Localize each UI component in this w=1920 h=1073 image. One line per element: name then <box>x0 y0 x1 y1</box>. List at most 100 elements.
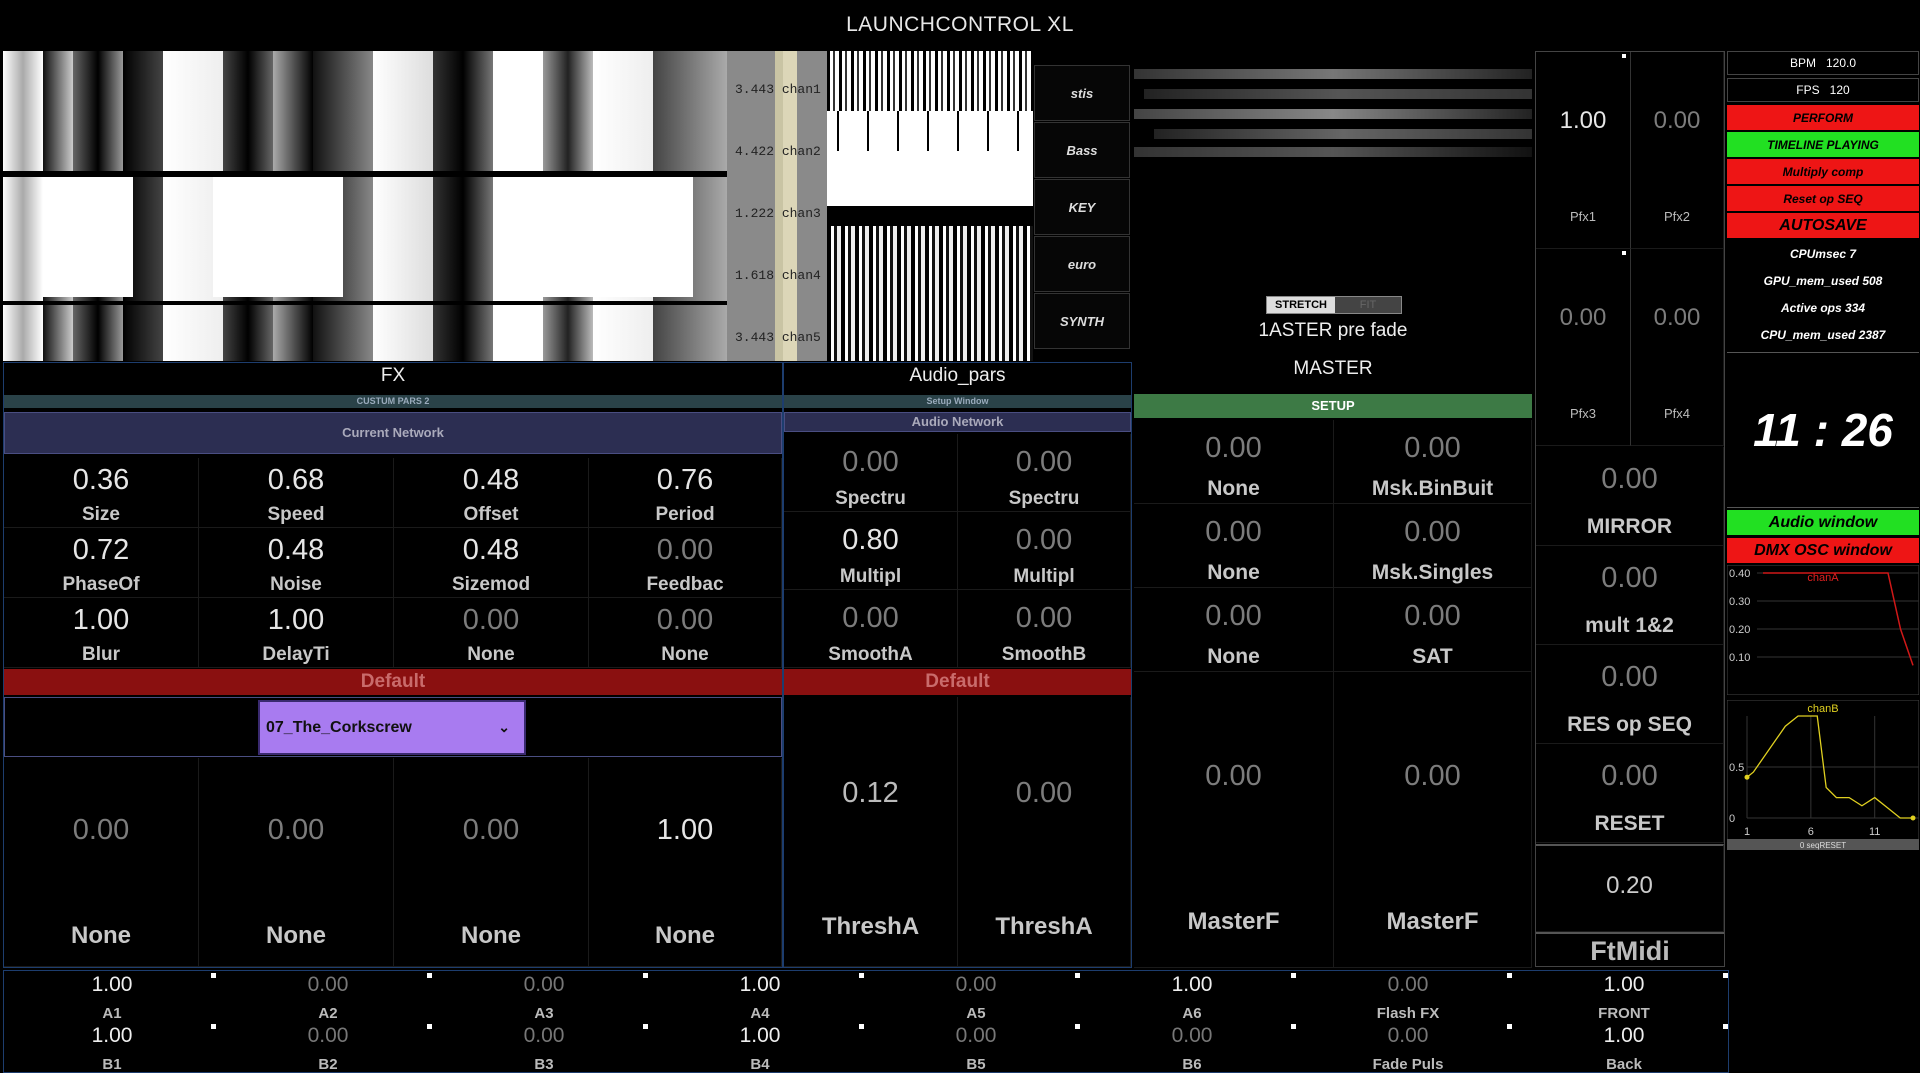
master-param[interactable]: 0.00 Msk.BinBuit <box>1334 420 1532 504</box>
launch-control-a[interactable]: 0.00 Flash FX <box>1300 971 1516 1023</box>
audio-fader[interactable]: 0.12 ThreshA <box>784 697 958 967</box>
master-param[interactable]: 0.00 None <box>1134 504 1334 588</box>
reset-op-seq-button[interactable]: Reset op SEQ <box>1727 186 1919 211</box>
setup-button[interactable]: SETUP <box>1134 394 1532 418</box>
ftmidi-control[interactable]: 0.20 <box>1536 844 1724 932</box>
pfx-control[interactable]: 0.00 Pfx4 <box>1631 249 1724 446</box>
audio-subtitle: Setup Window <box>784 395 1131 408</box>
fx-preset-bar[interactable]: Default <box>4 669 782 695</box>
fx-param[interactable]: 0.00 None <box>394 598 589 668</box>
selector-button-euro[interactable]: euro <box>1034 236 1130 292</box>
fit-option[interactable]: FIT <box>1335 297 1401 313</box>
cpu-readout: CPUmsec 7 <box>1789 247 1857 261</box>
tick-label: 1 <box>1744 826 1750 838</box>
launch-control-b[interactable]: 1.00 B4 <box>652 1022 868 1073</box>
control-value: 1.00 <box>91 1024 133 1047</box>
fx-param[interactable]: 0.48 Offset <box>394 458 589 528</box>
channel-row: 1.618 chan4 <box>735 268 821 283</box>
perform-button[interactable]: PERFORM <box>1727 105 1919 130</box>
launch-control-b[interactable]: 0.00 B2 <box>220 1022 436 1073</box>
selector-button-synth[interactable]: SYNTH <box>1034 293 1130 349</box>
launch-control-b[interactable]: 0.00 B5 <box>868 1022 1084 1073</box>
launch-control-a[interactable]: 1.00 A1 <box>4 971 220 1023</box>
audio-network-button[interactable]: Audio Network <box>784 412 1131 432</box>
audio-param[interactable]: 0.00 Spectru <box>958 434 1131 512</box>
fx-param[interactable]: 0.48 Sizemod <box>394 528 589 598</box>
master-param[interactable]: 0.00 SAT <box>1334 588 1532 672</box>
series-label: chanA <box>1807 572 1839 584</box>
selector-button-key[interactable]: KEY <box>1034 179 1130 235</box>
fx-fader[interactable]: 0.00 None <box>4 758 199 967</box>
fx-fader[interactable]: 0.00 None <box>394 758 589 967</box>
reset-control[interactable]: 0.00 RESET <box>1536 744 1724 843</box>
master-param[interactable]: 0.00 Msk.Singles <box>1334 504 1532 588</box>
fx-param[interactable]: 0.72 PhaseOf <box>4 528 199 598</box>
cpu-mem-readout: CPU_mem_used 2387 <box>1760 328 1886 342</box>
fx-param[interactable]: 0.00 Feedbac <box>589 528 782 598</box>
indicator-dot <box>643 973 648 978</box>
launch-control-a[interactable]: 0.00 A3 <box>436 971 652 1023</box>
launch-control-a[interactable]: 1.00 FRONT <box>1516 971 1732 1023</box>
audio-window-button[interactable]: Audio window <box>1727 510 1919 535</box>
master-param[interactable]: 0.00 None <box>1134 588 1334 672</box>
dmx-osc-window-button[interactable]: DMX OSC window <box>1727 538 1919 563</box>
control-value: 0.00 <box>955 973 997 996</box>
launch-control-b[interactable]: 1.00 Back <box>1516 1022 1732 1073</box>
indicator-dot <box>427 1024 432 1029</box>
fx-network-button[interactable]: Current Network <box>4 412 782 454</box>
launch-control-a[interactable]: 0.00 A2 <box>220 971 436 1023</box>
fx-fader[interactable]: 0.00 None <box>199 758 394 967</box>
fx-param[interactable]: 0.36 Size <box>4 458 199 528</box>
control-value: 1.00 <box>91 973 133 996</box>
selector-button-bass[interactable]: Bass <box>1034 122 1130 178</box>
stretch-option[interactable]: STRETCH <box>1267 297 1335 313</box>
master-preview <box>1134 51 1532 161</box>
fx-fader[interactable]: 1.00 None <box>589 758 782 967</box>
control-label: A1 <box>102 1005 122 1022</box>
autosave-button[interactable]: AUTOSAVE <box>1727 213 1919 238</box>
preset-dropdown[interactable]: 07_The_Corkscrew ⌄ <box>258 700 526 755</box>
launch-control-b[interactable]: 0.00 Fade Puls <box>1300 1022 1516 1073</box>
pfx-control[interactable]: 1.00 Pfx1 <box>1536 52 1631 249</box>
launch-control-b[interactable]: 1.00 B1 <box>4 1022 220 1073</box>
control-label: A3 <box>534 1005 554 1022</box>
channel-row: 1.222 chan3 <box>735 206 821 221</box>
launch-control-a[interactable]: 0.00 A5 <box>868 971 1084 1023</box>
selector-button-stis[interactable]: stis <box>1034 65 1130 121</box>
gpu-mem-readout: GPU_mem_used 508 <box>1763 274 1883 288</box>
launch-control-a[interactable]: 1.00 A4 <box>652 971 868 1023</box>
audio-param[interactable]: 0.00 SmoothB <box>958 590 1131 668</box>
stretch-fit-toggle[interactable]: STRETCH FIT <box>1266 296 1402 314</box>
fx-param[interactable]: 0.68 Speed <box>199 458 394 528</box>
fx-param[interactable]: 0.48 Noise <box>199 528 394 598</box>
timeline-button[interactable]: TIMELINE PLAYING <box>1727 132 1919 157</box>
control-value: 1.00 <box>1171 973 1213 996</box>
fx-param[interactable]: 0.76 Period <box>589 458 782 528</box>
audio-param[interactable]: 0.00 SmoothA <box>784 590 958 668</box>
control-value: 1.00 <box>739 973 781 996</box>
master-param[interactable]: 0.00 None <box>1134 420 1334 504</box>
audio-param[interactable]: 0.00 Multipl <box>958 512 1131 590</box>
indicator-dot <box>1291 973 1296 978</box>
mult-control[interactable]: 0.00 mult 1&2 <box>1536 546 1724 645</box>
audio-title: Audio_pars <box>909 365 1006 386</box>
fx-param[interactable]: 0.00 None <box>589 598 782 668</box>
fx-param[interactable]: 1.00 Blur <box>4 598 199 668</box>
pfx-control[interactable]: 0.00 Pfx2 <box>1631 52 1724 249</box>
launch-control-b[interactable]: 0.00 B6 <box>1084 1022 1300 1073</box>
master-fader[interactable]: 0.00 MasterF <box>1134 672 1334 968</box>
launch-control-b[interactable]: 0.00 B3 <box>436 1022 652 1073</box>
master-fader[interactable]: 0.00 MasterF <box>1334 672 1532 968</box>
audio-fader[interactable]: 0.00 ThreshA <box>958 697 1131 967</box>
channel-row: 3.443 chan1 <box>735 82 821 97</box>
audio-param[interactable]: 0.80 Multipl <box>784 512 958 590</box>
audio-preset-bar[interactable]: Default <box>784 669 1131 695</box>
pfx-control[interactable]: 0.00 Pfx3 <box>1536 249 1631 446</box>
multiply-comp-button[interactable]: Multiply comp <box>1727 159 1919 184</box>
res-op-seq-control[interactable]: 0.00 RES op SEQ <box>1536 645 1724 744</box>
launch-control-a[interactable]: 1.00 A6 <box>1084 971 1300 1023</box>
tick-label: 0.5 <box>1729 762 1744 774</box>
mirror-control[interactable]: 0.00 MIRROR <box>1536 447 1724 546</box>
fx-param[interactable]: 1.00 DelayTi <box>199 598 394 668</box>
audio-param[interactable]: 0.00 Spectru <box>784 434 958 512</box>
